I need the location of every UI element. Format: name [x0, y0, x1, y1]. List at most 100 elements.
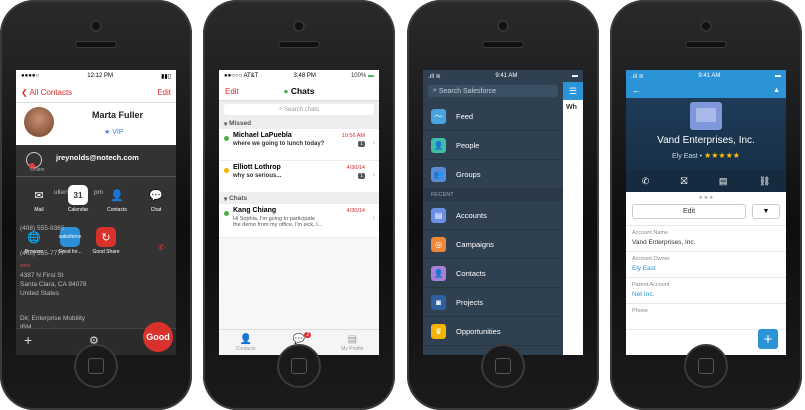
menu-item-label: Groups: [456, 169, 481, 179]
edit-button[interactable]: Edit: [632, 204, 746, 219]
add-icon[interactable]: +: [24, 332, 32, 348]
account-avatar[interactable]: [26, 152, 42, 169]
bg-phone-1: (408) 555-9365: [20, 225, 65, 232]
app-calendar[interactable]: 31 Calendar: [63, 185, 93, 213]
phone-3: .ıll ≋ 9:41 AM ▬ ☰ Wh ⌕ Search Salesforc…: [407, 0, 599, 410]
chat-time: 4/30/14: [346, 207, 365, 214]
edit-button[interactable]: Edit: [157, 88, 171, 97]
chat-row[interactable]: Kang Chiang 4/30/14 Hi Sophia, I'm going t…: [219, 204, 379, 238]
section-label: Chats: [229, 195, 248, 202]
app-label: Good Share: [92, 249, 120, 255]
menu-item-people[interactable]: 👤 People: [423, 131, 563, 160]
battery-percent: 100%: [350, 73, 367, 79]
field-phone: Phone: [626, 304, 786, 330]
menu-item-opportunities[interactable]: ♛ Opportunities: [423, 317, 563, 346]
field-label: Phone: [632, 308, 648, 314]
menu-item-label: Campaigns: [456, 239, 494, 249]
field-account-name: Account Name Vand Enterprises, Inc.: [626, 226, 786, 252]
tab-contacts[interactable]: 👤 Contacts: [219, 334, 272, 352]
campaigns-icon: ◎: [431, 236, 446, 252]
back-button[interactable]: ❮ All Contacts: [21, 88, 72, 97]
chat-row-bottom: why so serious... 1: [233, 173, 365, 179]
signal-icon: .ıll ≋: [428, 73, 441, 80]
app-label: Calendar: [67, 207, 89, 213]
menu-button[interactable]: ☰: [563, 82, 583, 100]
mail-icon: ✉: [34, 189, 44, 202]
title-label: Chats: [290, 86, 315, 96]
chat-row-top: Kang Chiang 4/30/14: [233, 207, 365, 214]
feed-icon: 〜: [431, 108, 446, 124]
unread-count: 1: [358, 173, 365, 179]
contacts-tab-icon: 👤: [239, 333, 252, 345]
phone-icon[interactable]: ✆: [642, 176, 650, 187]
menu-item-projects[interactable]: ◙ Projects: [423, 288, 563, 317]
missed-list: Michael LaPuebla 10:56 AM where we going t…: [219, 129, 379, 193]
search-area: ⌕ Search Salesforce: [423, 82, 563, 102]
badge: 2: [304, 331, 312, 338]
clock: 3:48 PM: [293, 73, 316, 79]
page-dots: ● ● ●: [698, 195, 714, 201]
clock: 12:12 PM: [87, 73, 113, 79]
menu-item-contacts[interactable]: 👤 Contacts: [423, 259, 563, 288]
field-value[interactable]: Ely East: [632, 265, 780, 273]
section-chats: ▾ Chats: [219, 193, 379, 204]
menu-item-accounts[interactable]: ▤ Accounts: [423, 201, 563, 230]
home-button[interactable]: [481, 344, 525, 388]
chat-row-top: Elliott Lothrop 4/30/14: [233, 164, 365, 171]
chevron-right-icon: ›: [372, 170, 375, 179]
home-button[interactable]: [684, 344, 728, 388]
menu-item-label: Accounts: [456, 210, 487, 220]
home-button[interactable]: [74, 344, 118, 388]
field-value[interactable]: Net Inc.: [632, 291, 780, 299]
status-bar: ●●●●○ 12:12 PM ▮▮▯: [16, 70, 176, 82]
menu-item-feed[interactable]: 〜 Feed: [423, 102, 563, 131]
content-peek: ☰ Wh: [563, 82, 583, 355]
field-label: Account Owner: [632, 256, 670, 262]
app-goodshare[interactable]: ↻ Good Share: [91, 227, 121, 255]
camera: [295, 22, 303, 30]
add-fab[interactable]: +: [758, 329, 778, 349]
chat-list: Kang Chiang 4/30/14 Hi Sophia, I'm going t…: [219, 204, 379, 238]
home-button[interactable]: [277, 344, 321, 388]
chat-row[interactable]: Michael LaPuebla 10:56 AM where we going t…: [219, 129, 379, 161]
chat-row[interactable]: Elliott Lothrop 4/30/14 why so serious... 1…: [219, 161, 379, 193]
camera: [702, 22, 710, 30]
menu-item-campaigns[interactable]: ◎ Campaigns: [423, 230, 563, 259]
news-icon[interactable]: ▤: [719, 176, 728, 187]
chat-icon: 💬: [149, 189, 163, 202]
search-input[interactable]: ⌕ Search Salesforce: [428, 85, 558, 97]
search-placeholder: Search chats: [284, 106, 320, 113]
map-icon[interactable]: ⛝: [681, 176, 688, 187]
menu-item-label: Projects: [456, 297, 484, 307]
app-label: Chat: [150, 207, 162, 213]
field-account-owner[interactable]: Account Owner Ely East: [626, 252, 786, 278]
chevron-right-icon: ›: [372, 138, 375, 147]
more-dropdown[interactable]: ▼: [752, 204, 780, 219]
search-placeholder: Search Salesforce: [438, 87, 497, 95]
separator: [16, 176, 176, 177]
field-parent-account[interactable]: Parent Account Net Inc.: [626, 278, 786, 304]
account-title: Vand Enterprises, Inc.: [657, 135, 755, 146]
back-arrow-icon[interactable]: ←: [632, 85, 641, 95]
phone-4: .ıll ≋ 9:41 AM ▬ ← ▲ Vand Enterprises, I…: [610, 0, 802, 410]
link-icon[interactable]: ⛓: [759, 176, 770, 187]
peek-text: Wh: [566, 104, 577, 111]
groups-icon: 👥: [431, 166, 446, 182]
menu-item-groups[interactable]: 👥 Groups: [423, 160, 563, 189]
tab-myprofile[interactable]: ▤ My Profile: [326, 334, 379, 352]
app-mail[interactable]: ✉ Mail: [24, 185, 54, 214]
signal-icon: .ıll ≋: [631, 73, 644, 80]
notification-icon[interactable]: ▲: [773, 87, 780, 94]
battery-icon: ▬: [572, 73, 578, 79]
app-contacts[interactable]: 👤 Contacts: [102, 185, 132, 214]
section-label: Missed: [229, 120, 252, 127]
edit-row: Edit ▼: [626, 204, 786, 226]
search-input[interactable]: ⌕ Search chats: [224, 104, 374, 115]
phone-1-screen: ●●●●○ 12:12 PM ▮▮▯ ❮ All Contacts Edit M…: [16, 70, 176, 355]
bg-phone-2: (408) 555-7777: [20, 250, 65, 257]
field-label: Parent Account: [632, 282, 670, 288]
good-launcher-overlay: jreynolds@notech.com Online ullers pm ✉ M…: [16, 145, 176, 355]
edit-button[interactable]: Edit: [225, 87, 239, 96]
good-button[interactable]: Good: [143, 322, 173, 352]
app-chat[interactable]: 💬 Chat: [141, 185, 171, 214]
